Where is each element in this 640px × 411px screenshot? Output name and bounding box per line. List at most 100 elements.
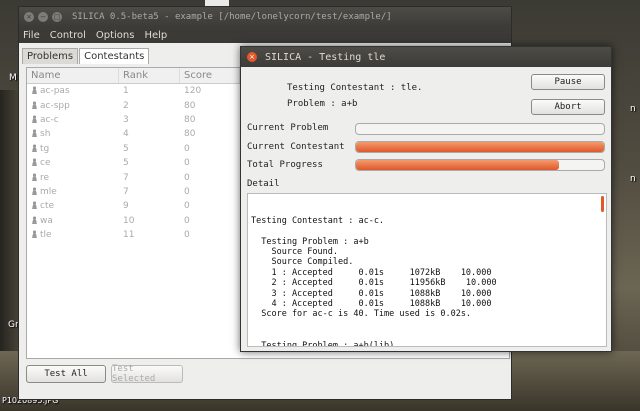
cell-name: mle xyxy=(27,186,119,197)
tab-bar: Problems Contestants xyxy=(22,48,150,64)
detail-line: Score for ac-c is 40. Time used is 0.02s… xyxy=(251,309,472,320)
cell-rank: 10 xyxy=(119,216,180,226)
cell-score: 0 xyxy=(180,201,240,211)
detail-line: Testing Problem : a+b(lib) xyxy=(251,340,395,347)
cell-rank: 1 xyxy=(119,86,180,96)
menu-file[interactable]: File xyxy=(23,30,40,41)
menubar: File Control Options Help xyxy=(19,27,511,43)
cell-score: 120 xyxy=(180,86,240,96)
testing-dialog: × SILICA - Testing tle Testing Contestan… xyxy=(240,46,612,352)
cell-text: 80 xyxy=(184,114,196,125)
cell-name: ac-spp xyxy=(27,100,119,111)
total-progress-bar xyxy=(355,159,605,171)
detail-line: Testing Problem : a+b xyxy=(251,236,369,247)
cell-score: 80 xyxy=(180,101,240,111)
cell-text: wa xyxy=(40,215,53,226)
cell-text: 10 xyxy=(123,215,135,226)
column-header-name[interactable]: Name xyxy=(27,68,119,83)
cell-text: mle xyxy=(40,186,57,197)
contestant-icon xyxy=(31,215,38,224)
cell-score: 0 xyxy=(180,173,240,183)
current-contestant-progress-fill xyxy=(356,142,604,152)
maximize-icon[interactable]: □ xyxy=(52,12,62,22)
abort-button[interactable]: Abort xyxy=(531,99,605,115)
current-contestant-label: Current Contestant xyxy=(247,142,345,152)
test-selected-button[interactable]: Test Selected xyxy=(111,364,183,384)
cell-text: 5 xyxy=(123,158,129,169)
detail-label: Detail xyxy=(247,179,280,189)
cell-score: 0 xyxy=(180,230,240,240)
menu-help[interactable]: Help xyxy=(144,30,167,41)
detail-line: 3 : Accepted 0.01s 1088kB 10.000 xyxy=(251,288,492,299)
desktop-label-left: M xyxy=(9,73,17,83)
contestant-icon xyxy=(31,186,38,195)
cell-name: ac-c xyxy=(27,114,119,125)
desktop-tree xyxy=(0,90,20,390)
cell-text: 0 xyxy=(184,143,190,154)
detail-scrollbar[interactable] xyxy=(601,196,604,212)
cell-text: 4 xyxy=(123,129,129,140)
cell-text: ac-pas xyxy=(40,86,70,97)
cell-rank: 3 xyxy=(119,115,180,125)
cell-text: 0 xyxy=(184,172,190,183)
contestant-icon xyxy=(31,86,38,95)
detail-line: 4 : Accepted 0.01s 1088kB 10.000 xyxy=(251,298,492,309)
current-contestant-progress xyxy=(355,141,605,153)
cell-name: wa xyxy=(27,215,119,226)
cell-name: ac-pas xyxy=(27,86,119,96)
main-window-title: SILICA 0.5-beta5 - example [/home/lonely… xyxy=(72,12,392,22)
cell-rank: 11 xyxy=(119,230,180,240)
tab-problems[interactable]: Problems xyxy=(22,48,79,64)
cell-name: ce xyxy=(27,158,119,168)
minimize-icon[interactable]: − xyxy=(38,12,48,22)
cell-name: cte xyxy=(27,201,119,211)
testing-contestant-text: Testing Contestant : tle. xyxy=(287,83,423,93)
cell-name: tg xyxy=(27,143,119,154)
cell-score: 0 xyxy=(180,216,240,226)
cell-text: 1 xyxy=(123,86,129,97)
cell-score: 0 xyxy=(180,158,240,168)
cell-rank: 5 xyxy=(119,158,180,168)
tab-contestants[interactable]: Contestants xyxy=(79,48,150,64)
total-progress-label: Total Progress xyxy=(247,160,323,170)
contestant-icon xyxy=(31,114,38,123)
column-header-score[interactable]: Score xyxy=(180,68,240,83)
menu-control[interactable]: Control xyxy=(50,30,86,41)
close-icon[interactable]: × xyxy=(247,52,257,62)
cell-text: 3 xyxy=(123,114,129,125)
contestant-icon xyxy=(31,143,38,152)
main-titlebar[interactable]: × − □ SILICA 0.5-beta5 - example [/home/… xyxy=(19,7,511,27)
menu-options[interactable]: Options xyxy=(96,30,135,41)
cell-rank: 5 xyxy=(119,144,180,154)
cell-rank: 4 xyxy=(119,129,180,139)
cell-text: 2 xyxy=(123,100,129,111)
close-icon[interactable]: × xyxy=(24,12,34,22)
cell-text: 11 xyxy=(123,230,135,241)
contestant-icon xyxy=(31,100,38,109)
current-problem-label: Current Problem xyxy=(247,123,329,133)
detail-line: 2 : Accepted 0.01s 11956kB 10.000 xyxy=(251,278,497,289)
dialog-titlebar[interactable]: × SILICA - Testing tle xyxy=(241,47,611,67)
detail-line xyxy=(251,320,603,330)
contestant-icon xyxy=(31,129,38,138)
dialog-title: SILICA - Testing tle xyxy=(265,51,386,63)
cell-text: 0 xyxy=(184,201,190,212)
cell-text: 0 xyxy=(184,158,190,169)
problem-text: Problem : a+b xyxy=(287,99,358,109)
cell-text: ce xyxy=(40,158,51,169)
cell-score: 0 xyxy=(180,187,240,197)
cell-name: sh xyxy=(27,129,119,139)
cell-rank: 2 xyxy=(119,101,180,111)
contestant-icon xyxy=(31,158,38,167)
detail-log[interactable]: Testing Contestant : ac-c. Testing Probl… xyxy=(247,193,607,347)
cell-text: 5 xyxy=(123,143,129,154)
desktop-label-right-2: n xyxy=(630,174,636,184)
cell-score: 80 xyxy=(180,129,240,139)
cell-rank: 9 xyxy=(119,201,180,211)
pause-button[interactable]: Pause xyxy=(531,74,605,90)
column-header-rank[interactable]: Rank xyxy=(119,68,180,83)
cell-text: sh xyxy=(40,129,51,140)
test-all-button[interactable]: Test All xyxy=(26,365,106,383)
cell-text: 0 xyxy=(184,230,190,241)
cell-text: re xyxy=(40,172,50,183)
